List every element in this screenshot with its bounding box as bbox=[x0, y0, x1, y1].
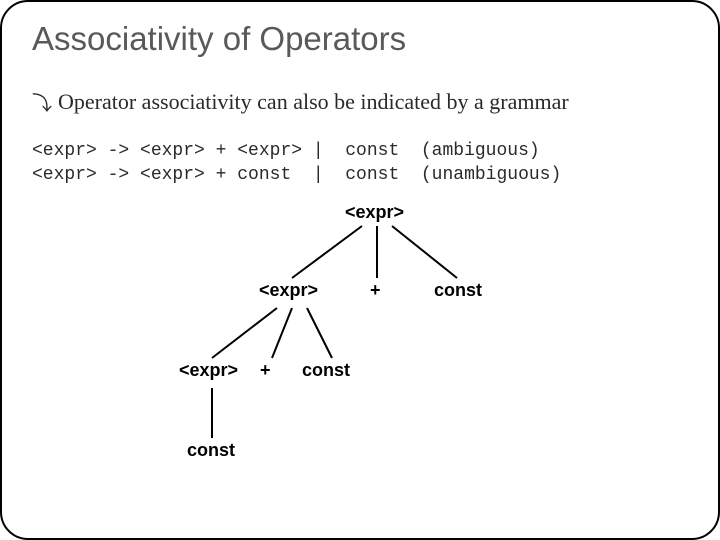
tree-node-l2-expr: <expr> bbox=[179, 360, 238, 381]
tree-edges bbox=[32, 198, 692, 508]
parse-tree: <expr> <expr> + const <expr> + const con… bbox=[32, 198, 688, 508]
bullet-line: ⤵ Operator associativity can also be ind… bbox=[32, 86, 688, 115]
bullet-icon: ⤵ bbox=[32, 87, 52, 116]
slide-title: Associativity of Operators bbox=[32, 20, 688, 68]
bullet-text: Operator associativity can also be indic… bbox=[58, 89, 569, 115]
slide-frame: Associativity of Operators ⤵ Operator as… bbox=[0, 0, 720, 540]
tree-node-l1-const: const bbox=[434, 280, 482, 301]
tree-node-l2-plus: + bbox=[260, 360, 271, 381]
tree-node-l1-plus: + bbox=[370, 280, 381, 301]
tree-node-l2-const: const bbox=[302, 360, 350, 381]
tree-node-l3-const: const bbox=[187, 440, 235, 461]
grammar-code: <expr> -> <expr> + <expr> | const (ambig… bbox=[32, 139, 688, 188]
tree-node-root: <expr> bbox=[345, 202, 404, 223]
tree-node-l1-expr: <expr> bbox=[259, 280, 318, 301]
